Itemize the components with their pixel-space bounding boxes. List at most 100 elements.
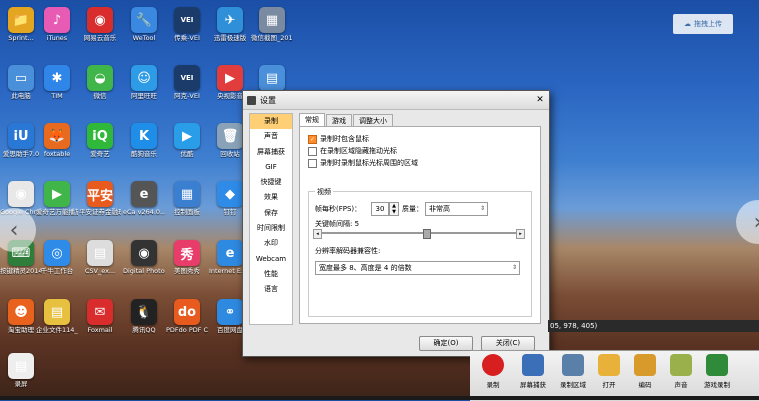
desktop-shortcut[interactable]: ▤企业文件114_1... [36, 296, 78, 342]
dialog-titlebar[interactable]: 设置 ✕ [243, 91, 549, 110]
desktop-shortcut[interactable]: ◉ 网易云音乐 [79, 4, 121, 50]
folder-icon [598, 354, 620, 376]
network-icon: ▤ [259, 65, 285, 91]
quality-select[interactable]: 非常高 ⇕ [425, 202, 488, 216]
desktop-shortcut-label: iTunes [46, 34, 68, 42]
desktop-shortcut[interactable]: ▶ 优酷 [166, 120, 208, 166]
record-icon [482, 354, 504, 376]
sidebar-item-performance[interactable]: 性能 [250, 267, 292, 282]
desktop-shortcut-label: 阿里旺旺 [131, 92, 157, 100]
aliwangwang-icon: ☺ [131, 65, 157, 91]
film-icon [634, 354, 656, 376]
desktop-shortcut[interactable]: ▤ CSV_ex... [79, 237, 121, 283]
sidebar-item-language[interactable]: 语言 [250, 282, 292, 297]
sidebar-item-gif[interactable]: GIF [250, 160, 292, 175]
desktop-shortcut[interactable]: ▦ 控制面板 [166, 178, 208, 224]
desktop-shortcut[interactable]: doPDFdo PDF Converter [166, 296, 208, 342]
recycle-bin-icon: 🗑 [217, 123, 243, 149]
netease-music-icon: ◉ [87, 7, 113, 33]
fps-input[interactable]: 30 [371, 202, 389, 216]
next-arrow[interactable]: › [736, 200, 759, 244]
decoder-select[interactable]: 宽度最多 8、高度是 4 的倍数 ⇕ [315, 261, 520, 275]
screen-capture-tool[interactable]: 屏幕捕获 [516, 354, 550, 389]
pdfdo-icon: do [174, 299, 200, 325]
slider-left-icon[interactable]: ◂ [313, 229, 322, 239]
checkbox-box[interactable] [308, 158, 317, 168]
desktop-shortcut[interactable]: 秀美图秀秀 [166, 237, 208, 283]
ie-icon: e [217, 240, 243, 266]
desktop-shortcut[interactable]: 🔧 WeTool [123, 4, 165, 50]
desktop-shortcut-label: 酷狗音乐 [131, 150, 157, 158]
desktop-shortcut[interactable]: ◉Digital Photo Prof... [123, 237, 165, 283]
cctv-icon: ▶ [217, 65, 243, 91]
taskbar [0, 396, 759, 400]
record-tool[interactable]: 录制 [476, 354, 510, 389]
desktop-shortcut[interactable]: 🦊 foxtable [36, 120, 78, 166]
game-record-tool[interactable]: 游戏录制 [700, 354, 734, 389]
slider-thumb[interactable] [423, 229, 432, 239]
desktop-shortcut[interactable]: VEI 阿克-VEI [166, 62, 208, 108]
sidebar-item-hotkeys[interactable]: 快捷键 [250, 175, 292, 190]
desktop-shortcut[interactable]: e eCa v264.0... [123, 178, 165, 224]
sidebar-item-save[interactable]: 保存 [250, 206, 292, 221]
desktop-shortcut[interactable]: 平安平安证券金融理财 [79, 178, 121, 224]
fps-stepper[interactable]: ▲ ▼ [389, 202, 399, 216]
checkbox-box[interactable]: ✓ [308, 134, 317, 144]
ok-button[interactable]: 确定(O) [419, 336, 473, 351]
desktop-shortcut[interactable]: ✈ 迅雷极速版 [209, 4, 251, 50]
video-group: 视频 帧每秒(FPS)： 30 ▲ ▼ 质量： 非常高 ⇕ 关键帧间隔: 5 ◂ … [308, 187, 532, 317]
checkbox-record-around-cursor[interactable]: 录制时录制鼠标光标周围的区域 [308, 157, 540, 169]
sidebar-item-watermark[interactable]: 水印 [250, 236, 292, 251]
desktop-shortcut[interactable]: iQ 爱奇艺 [79, 120, 121, 166]
desktop-shortcut[interactable]: ✉ Foxmail [79, 296, 121, 342]
desktop-shortcut-label: WeTool [132, 34, 156, 42]
desktop-shortcut-label: 微信 [93, 92, 107, 100]
desktop-shortcut[interactable]: VEI 传乘-VEI [166, 4, 208, 50]
desktop-shortcut[interactable]: ♪ iTunes [36, 4, 78, 50]
checkbox-include-cursor[interactable]: ✓ 录制时包含鼠标 [308, 133, 540, 145]
keyframe-slider[interactable]: ◂ ▸ [313, 229, 525, 239]
record-area-tool[interactable]: 录制区域 [556, 354, 590, 389]
desktop-shortcut[interactable]: ☺ 阿里旺旺 [123, 62, 165, 108]
foxtable-icon: 🦊 [44, 123, 70, 149]
desktop-shortcut[interactable]: ▶爱奇艺万能播放器 [36, 178, 78, 224]
sidebar-item-effects[interactable]: 效果 [250, 190, 292, 205]
tab-general[interactable]: 常规 [299, 113, 325, 127]
encode-tool[interactable]: 编码 [628, 354, 662, 389]
desktop-shortcut-label: 迅雷极速版 [213, 34, 247, 42]
upload-button[interactable]: ☁ 拖拽上传 [673, 14, 733, 34]
sidebar-item-time-limit[interactable]: 时间限制 [250, 221, 292, 236]
sprint-folder-icon: 📁 [8, 7, 34, 33]
desktop-shortcut-label: 企业文件114_1... [36, 326, 78, 334]
monitor-icon [522, 354, 544, 376]
desktop-shortcut[interactable]: 🐧 腾讯QQ [123, 296, 165, 342]
qq-icon: 🐧 [131, 299, 157, 325]
coordinate-readout: 05, 978, 405) [548, 320, 759, 332]
desktop-shortcut[interactable]: ▦微信截图_2018041... [251, 4, 293, 50]
microphone-icon [670, 354, 692, 376]
sidebar-item-record[interactable]: 录制 [250, 114, 292, 130]
close-button[interactable]: 关闭(C) [481, 336, 535, 351]
aisi-icon: iU [8, 123, 34, 149]
desktop-shortcut[interactable]: ✱ TIM [36, 62, 78, 108]
open-tool[interactable]: 打开 [592, 354, 626, 389]
desktop-shortcut[interactable]: ◎ 千牛工作台 [36, 237, 78, 283]
sidebar-item-screen-capture[interactable]: 屏幕捕获 [250, 145, 292, 160]
close-icon[interactable]: ✕ [531, 95, 549, 105]
desktop-shortcut[interactable]: K 酷狗音乐 [123, 120, 165, 166]
desktop-shortcut[interactable]: ▤ 录屏 [0, 350, 42, 396]
slider-right-icon[interactable]: ▸ [516, 229, 525, 239]
sidebar-item-webcam[interactable]: Webcam [250, 252, 292, 267]
checkbox-box[interactable] [308, 146, 317, 156]
dpp-icon: ◉ [131, 240, 157, 266]
checkbox-hide-drag-cursor[interactable]: 在录制区域隐藏拖动光标 [308, 145, 540, 157]
this-pc-icon: ▭ [8, 65, 34, 91]
taobao-assistant-icon: ☻ [8, 299, 34, 325]
sidebar-item-sound[interactable]: 声音 [250, 129, 292, 144]
desktop-shortcut-label: 录屏 [14, 380, 28, 388]
dialog-title: 设置 [260, 95, 276, 105]
screenshot-file-icon: ▦ [259, 7, 285, 33]
desktop-shortcut[interactable]: ◒ 微信 [79, 62, 121, 108]
sound-tool[interactable]: 声音 [664, 354, 698, 389]
qianniu-icon: ◎ [44, 240, 70, 266]
